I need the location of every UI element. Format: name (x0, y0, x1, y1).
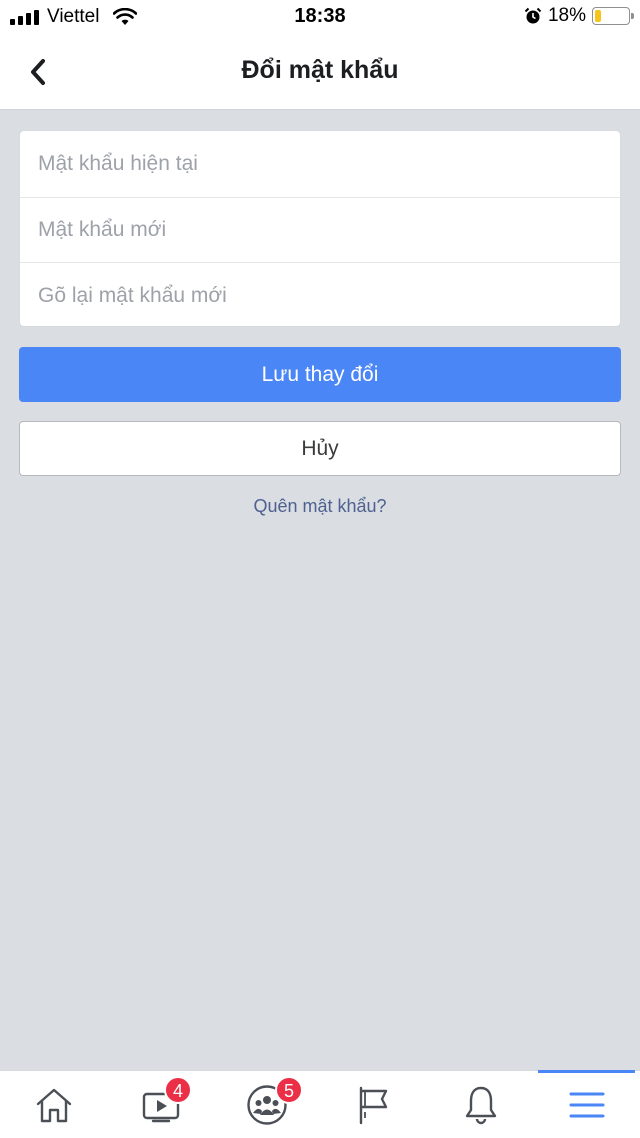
groups-badge: 5 (275, 1076, 303, 1104)
page-title: Đổi mật khẩu (241, 56, 399, 84)
tab-menu[interactable] (533, 1070, 640, 1138)
alarm-icon (524, 7, 542, 24)
battery-icon (592, 7, 634, 25)
forgot-password-link[interactable]: Quên mật khẩu? (0, 496, 640, 517)
bell-icon (465, 1086, 496, 1125)
new-password-input[interactable] (20, 196, 620, 263)
current-password-input[interactable] (20, 131, 620, 197)
flag-icon (359, 1086, 387, 1125)
tab-watch[interactable]: 4 (107, 1071, 214, 1138)
cancel-button[interactable]: Hủy (19, 421, 621, 476)
status-bar: Viettel 18:38 18% (0, 0, 640, 34)
watch-badge: 4 (164, 1076, 192, 1104)
home-icon (36, 1088, 71, 1123)
tab-groups[interactable]: 5 (213, 1071, 320, 1138)
tab-home[interactable] (0, 1071, 107, 1138)
bottom-tab-bar: 4 5 (0, 1070, 640, 1138)
tab-notifications[interactable] (427, 1071, 534, 1138)
menu-icon (569, 1092, 604, 1118)
nav-header: Đổi mật khẩu (0, 34, 640, 110)
tab-pages[interactable] (320, 1071, 427, 1138)
status-bar-right: 18% (524, 5, 634, 27)
password-form (19, 130, 621, 327)
battery-percent: 18% (547, 5, 586, 26)
save-changes-button[interactable]: Lưu thay đổi (19, 347, 621, 402)
battery-level (595, 10, 601, 22)
confirm-password-input[interactable] (20, 262, 620, 326)
